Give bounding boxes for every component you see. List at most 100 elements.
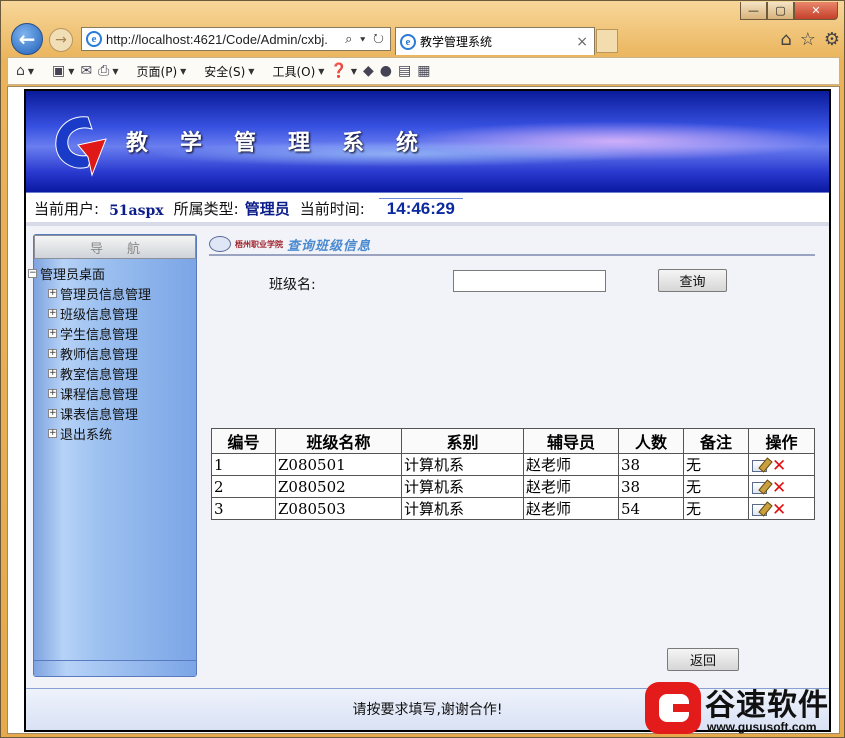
sidebar-item-label[interactable]: 班级信息管理 — [60, 304, 138, 323]
column-header: 系别 — [401, 428, 524, 454]
watermark-url: www.gususoft.com — [707, 720, 817, 734]
print-dropdown-icon[interactable]: ▼ — [112, 67, 118, 76]
home-icon[interactable]: ⌂ — [780, 29, 791, 50]
watermark-logo: 谷速软件 www.gususoft.com — [645, 680, 845, 738]
sidebar-item-label[interactable]: 退出系统 — [60, 424, 112, 443]
home-icon[interactable]: ⌂ — [16, 63, 25, 79]
cell-count: 38 — [618, 475, 684, 498]
page-menu[interactable]: 页面(P) — [137, 63, 178, 80]
sidebar-footer — [34, 660, 196, 676]
delete-icon[interactable]: ✕ — [772, 457, 786, 474]
edit-icon[interactable] — [752, 459, 767, 472]
table-row: 3 Z080503 计算机系 赵老师 54 无 ✕ — [211, 497, 815, 520]
close-window-button[interactable]: ✕ — [794, 2, 838, 20]
page-title: 查询班级信息 — [287, 238, 372, 254]
back-button[interactable]: 返回 — [667, 648, 739, 671]
cell-counselor: 赵老师 — [523, 453, 619, 476]
sidebar-item-logout[interactable]: + 退出系统 — [28, 423, 151, 443]
expand-icon[interactable]: + — [48, 388, 57, 398]
ie-page-icon: e — [86, 31, 102, 47]
address-bar[interactable]: e http://localhost:4621/Code/Admin/cxbj.… — [81, 27, 391, 51]
delete-icon[interactable]: ✕ — [772, 479, 786, 496]
forward-arrow-icon[interactable]: → — [49, 28, 73, 52]
sidebar-item-class-info[interactable]: + 班级信息管理 — [28, 303, 151, 323]
print-icon[interactable]: ⎙ — [98, 63, 109, 79]
expand-icon[interactable]: + — [48, 428, 57, 438]
class-table: 编号 班级名称 系别 辅导员 人数 备注 操作 1 Z080501 计算机系 赵… — [211, 428, 815, 520]
tab-close-icon[interactable]: × — [576, 34, 588, 50]
sidebar-item-label[interactable]: 管理员信息管理 — [60, 284, 151, 303]
banner-title: 教学管理系统 — [126, 130, 451, 156]
sidebar-item-label[interactable]: 课表信息管理 — [60, 404, 138, 423]
sidebar-item-admin-info[interactable]: + 管理员信息管理 — [28, 283, 151, 303]
safety-menu[interactable]: 安全(S) — [204, 63, 245, 80]
current-time-value: 14:46:29 — [378, 198, 463, 219]
sidebar-item-label[interactable]: 教师信息管理 — [60, 344, 138, 363]
tree-root[interactable]: − 管理员桌面 — [28, 263, 151, 283]
cell-remark: 无 — [683, 475, 749, 498]
research-icon[interactable]: ◆ — [363, 63, 374, 79]
sidebar-item-teacher-info[interactable]: + 教师信息管理 — [28, 343, 151, 363]
tab-active[interactable]: e 教学管理系统 × — [395, 27, 595, 55]
cell-counselor: 赵老师 — [523, 497, 619, 520]
sidebar-item-label[interactable]: 课程信息管理 — [60, 384, 138, 403]
page-dropdown-icon[interactable]: ▼ — [180, 67, 186, 76]
school-name: 梧州职业学院 — [235, 238, 283, 249]
settings-gear-icon[interactable]: ⚙ — [824, 29, 840, 50]
cell-department: 计算机系 — [401, 497, 524, 520]
expand-icon[interactable]: + — [48, 348, 57, 358]
safety-dropdown-icon[interactable]: ▼ — [248, 67, 254, 76]
address-tools-icon[interactable]: ⌕ ▾ ↻ — [345, 31, 386, 47]
back-arrow-icon[interactable]: ← — [11, 23, 43, 55]
tools-dropdown-icon[interactable]: ▼ — [318, 67, 324, 76]
column-header: 备注 — [683, 428, 749, 454]
main-content: 梧州职业学院 查询班级信息 班级名: 查询 编号 班级名称 系别 辅导员 人数 … — [209, 234, 815, 694]
messenger-icon[interactable]: ● — [380, 63, 392, 79]
address-url[interactable]: http://localhost:4621/Code/Admin/cxbj. — [106, 32, 328, 47]
sidebar-item-label[interactable]: 教室信息管理 — [60, 364, 138, 383]
class-name-input[interactable] — [453, 270, 606, 292]
collapse-icon[interactable]: − — [28, 268, 37, 278]
cell-id: 2 — [211, 475, 276, 498]
feeds-dropdown-icon[interactable]: ▼ — [68, 67, 74, 76]
expand-icon[interactable]: + — [48, 288, 57, 298]
edit-icon[interactable] — [752, 481, 767, 494]
expand-icon[interactable]: + — [48, 408, 57, 418]
favorites-star-icon[interactable]: ☆ — [800, 29, 816, 50]
table-row: 1 Z080501 计算机系 赵老师 38 无 ✕ — [211, 453, 815, 476]
qr-icon[interactable]: ▦ — [417, 63, 430, 79]
sidebar-item-course-info[interactable]: + 课程信息管理 — [28, 383, 151, 403]
sidebar-item-student-info[interactable]: + 学生信息管理 — [28, 323, 151, 343]
window-controls: — ▢ ✕ — [740, 2, 838, 20]
tools-menu[interactable]: 工具(O) — [272, 63, 315, 80]
new-tab-button[interactable] — [596, 29, 618, 53]
feeds-icon[interactable]: ▣ — [52, 63, 65, 79]
help-dropdown-icon[interactable]: ▼ — [351, 67, 357, 76]
mail-icon[interactable]: ✉ — [80, 63, 92, 79]
edit-icon[interactable] — [752, 503, 767, 516]
onenote-icon[interactable]: ▤ — [398, 63, 411, 79]
minimize-button[interactable]: — — [740, 2, 767, 20]
cell-id: 1 — [211, 453, 276, 476]
sidebar-item-schedule-info[interactable]: + 课表信息管理 — [28, 403, 151, 423]
watermark-g-icon — [645, 682, 701, 734]
expand-icon[interactable]: + — [48, 308, 57, 318]
tree-root-label[interactable]: 管理员桌面 — [40, 264, 105, 283]
sidebar-item-label[interactable]: 学生信息管理 — [60, 324, 138, 343]
maximize-button[interactable]: ▢ — [767, 2, 794, 20]
delete-icon[interactable]: ✕ — [772, 501, 786, 518]
column-header: 辅导员 — [523, 428, 619, 454]
cell-remark: 无 — [683, 497, 749, 520]
sidebar-item-classroom-info[interactable]: + 教室信息管理 — [28, 363, 151, 383]
table-row: 2 Z080502 计算机系 赵老师 38 无 ✕ — [211, 475, 815, 498]
cell-class-name: Z080503 — [275, 497, 402, 520]
sidebar-header: 导航 — [34, 235, 196, 259]
expand-icon[interactable]: + — [48, 368, 57, 378]
tab-title: 教学管理系统 — [420, 35, 493, 49]
site-banner: 教学管理系统 — [26, 91, 829, 192]
home-dropdown-icon[interactable]: ▼ — [28, 67, 34, 76]
search-button[interactable]: 查询 — [658, 269, 727, 292]
user-type-label: 所属类型: — [173, 200, 239, 218]
expand-icon[interactable]: + — [48, 328, 57, 338]
help-icon[interactable]: ❓ — [330, 63, 347, 79]
